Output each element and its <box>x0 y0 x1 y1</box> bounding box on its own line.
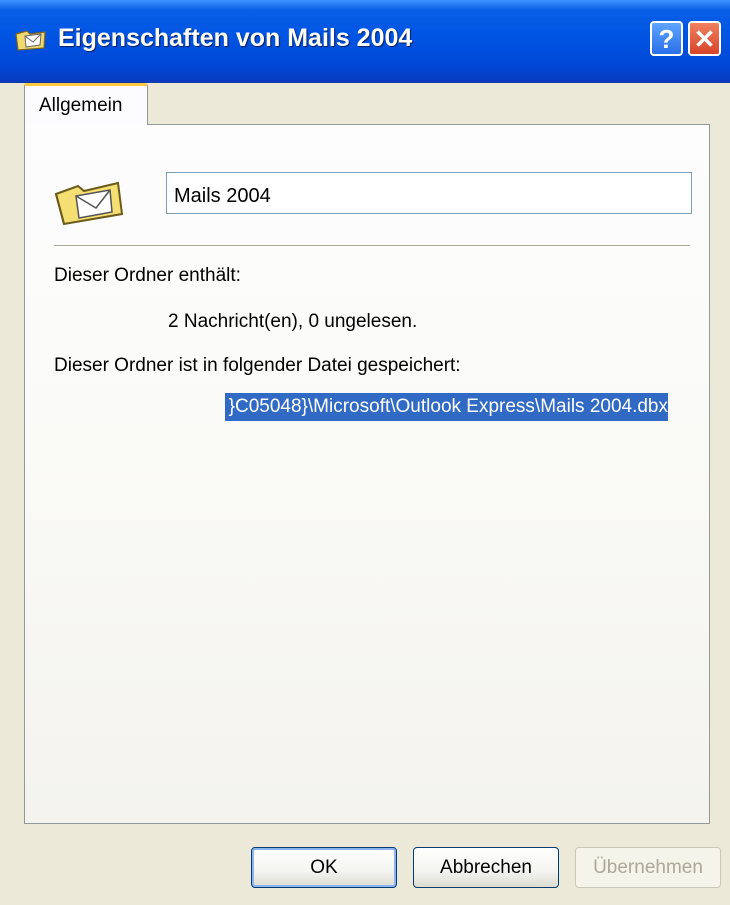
close-button[interactable]: ✕ <box>688 21 721 56</box>
help-button[interactable]: ? <box>650 21 683 56</box>
folder-mail-icon <box>15 30 46 51</box>
file-path-field[interactable]: }C05048}\Microsoft\Outlook Express\Mails… <box>166 393 668 421</box>
ok-button[interactable]: OK <box>251 847 397 888</box>
tab-label: Allgemein <box>39 95 123 116</box>
properties-dialog: Eigenschaften von Mails 2004 ? ✕ Allgeme… <box>0 0 730 905</box>
contains-label: Dieser Ordner enthält: <box>54 265 241 286</box>
file-location-label: Dieser Ordner ist in folgender Datei ges… <box>54 355 461 376</box>
tab-allgemein[interactable]: Allgemein <box>24 83 148 125</box>
folder-mail-icon <box>54 181 124 226</box>
separator <box>54 245 690 247</box>
tab-panel <box>24 124 710 824</box>
title-bar[interactable]: Eigenschaften von Mails 2004 ? ✕ <box>0 0 730 83</box>
folder-name-input[interactable]: Mails 2004 <box>166 172 692 214</box>
file-path-selected-text: }C05048}\Microsoft\Outlook Express\Mails… <box>224 393 668 421</box>
apply-button[interactable]: Übernehmen <box>575 847 721 888</box>
cancel-button[interactable]: Abbrechen <box>413 847 559 888</box>
window-title: Eigenschaften von Mails 2004 <box>58 24 413 52</box>
contains-value: 2 Nachricht(en), 0 ungelesen. <box>168 311 418 332</box>
